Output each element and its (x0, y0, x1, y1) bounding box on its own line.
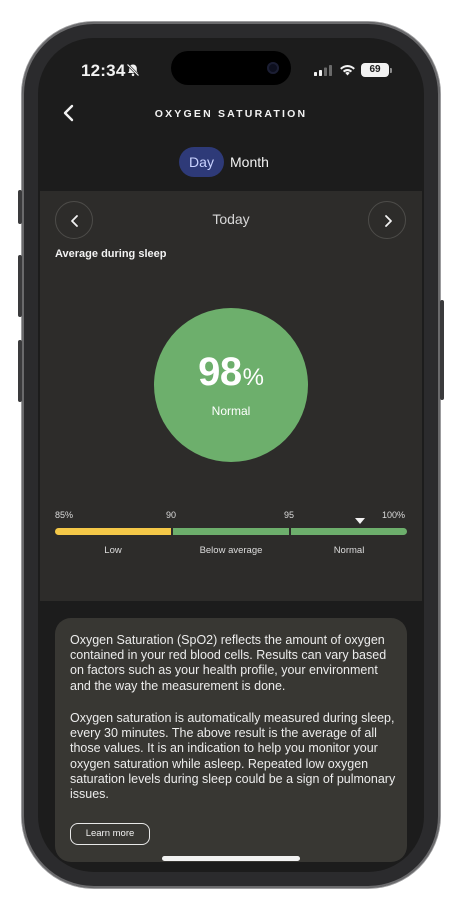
camera-icon (267, 62, 279, 74)
bell-slash-icon (126, 63, 140, 77)
scale-tick-95: 95 (284, 510, 295, 520)
scale-segment-below-average (173, 528, 289, 535)
scale-segment-normal (291, 528, 407, 535)
cellular-signal-icon (314, 65, 332, 76)
home-indicator[interactable] (162, 856, 300, 861)
spo2-unit: % (242, 364, 264, 391)
value-marker-icon (355, 518, 366, 524)
tab-day[interactable]: Day (179, 147, 224, 177)
section-label: Average during sleep (55, 248, 167, 260)
spo2-status: Normal (211, 404, 251, 418)
period-label: Today (212, 211, 250, 227)
battery-icon: 69 (361, 63, 389, 77)
next-day-button[interactable] (368, 201, 406, 239)
volume-down-button (18, 340, 22, 402)
info-card: Oxygen Saturation (SpO2) reflects the am… (55, 618, 407, 862)
wifi-icon (340, 65, 355, 76)
scale-tick-100: 100% (382, 510, 406, 520)
scale-category-normal: Normal (333, 545, 365, 556)
scale-category-below-average: Below average (199, 545, 263, 556)
status-time: 12:34 (81, 61, 126, 80)
spo2-value-circle: 98% Normal (154, 308, 308, 462)
chevron-right-icon (385, 215, 392, 227)
tab-month[interactable]: Month (230, 147, 269, 177)
info-paragraph-1: Oxygen Saturation (SpO2) reflects the am… (70, 633, 387, 693)
scale-tick-85: 85% (55, 510, 74, 520)
action-button (18, 190, 22, 224)
scale-category-low: Low (104, 545, 122, 556)
dynamic-island (171, 51, 291, 85)
battery-tip (390, 68, 392, 73)
spo2-value: 98% (154, 350, 308, 395)
learn-more-button[interactable]: Learn more (70, 823, 150, 845)
page-title: OXYGEN SATURATION (154, 108, 308, 120)
scale-tick-90: 90 (166, 510, 177, 520)
scale-segment-low (55, 528, 171, 535)
info-paragraph-2: Oxygen saturation is automatically measu… (70, 711, 396, 802)
power-button (440, 300, 444, 400)
spo2-number: 98 (198, 350, 242, 394)
screen: 12:34 69 OXYGEN SATURATION Day Month Tod… (38, 38, 424, 872)
volume-up-button (18, 255, 22, 317)
